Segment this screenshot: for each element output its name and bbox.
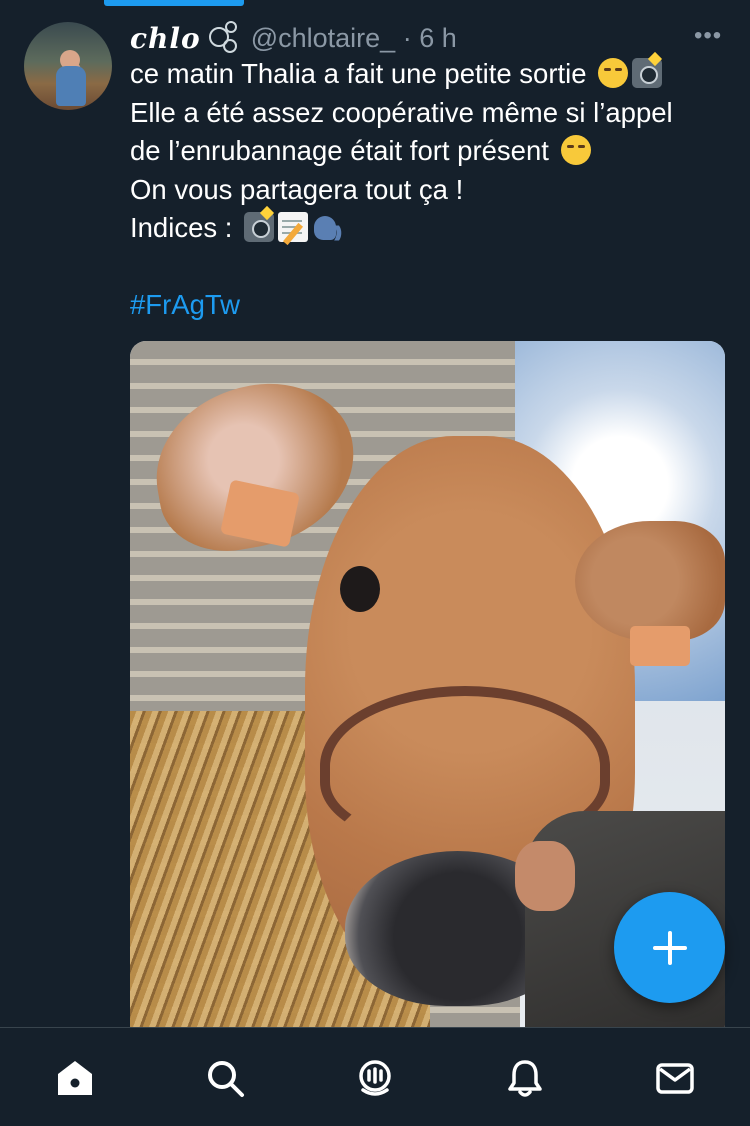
avatar[interactable] [24, 22, 112, 110]
spaces-icon [359, 1060, 391, 1096]
compose-tweet-button[interactable] [614, 892, 725, 1003]
tweet-line-3-text: de l’enrubannage était fort présent [130, 135, 549, 166]
tweet-time: · 6 h [395, 22, 457, 53]
home-icon [58, 1061, 92, 1095]
tweet-text: ce matin Thalia a fait une petite sortie… [130, 55, 730, 325]
tweet-line-5: Indices : [130, 209, 730, 253]
tweet-line-4-text: On vous partagera tout ça ! [130, 173, 464, 205]
user-handle[interactable]: @chlotaire_ [251, 23, 395, 53]
tweet-line-2-text: Elle a été assez coopérative même si l’a… [130, 96, 673, 128]
tweet-line-5-text: Indices : [130, 212, 233, 243]
search-icon [208, 1061, 244, 1097]
top-scroll-indicator [104, 0, 244, 6]
yum-emoji [560, 135, 591, 165]
more-icon[interactable]: ••• [694, 22, 722, 50]
display-name[interactable]: chlo [130, 22, 201, 55]
avatar-figure [56, 66, 86, 106]
tweet-line-4: On vous partagera tout ça ! [130, 171, 730, 210]
cow-ear-right [575, 521, 725, 641]
envelope-icon [656, 1063, 694, 1094]
ear-tag-right [630, 626, 690, 666]
camera-flash-emoji [632, 58, 663, 88]
memo-emoji [278, 212, 309, 242]
bubbles-icon [208, 21, 243, 55]
tweet-header: chlo @chlotaire_ · 6 h [130, 18, 457, 58]
tweet-line-1: ce matin Thalia a fait une petite sortie [130, 55, 730, 94]
tab-messages[interactable] [645, 1054, 705, 1102]
tweet-line-1-text: ce matin Thalia a fait une petite sortie [130, 58, 587, 89]
camera-flash-emoji [244, 212, 275, 242]
tab-spaces[interactable] [345, 1054, 405, 1102]
person-hand [515, 841, 575, 911]
tab-search[interactable] [195, 1054, 255, 1102]
smirk-emoji [598, 58, 629, 88]
plus-icon [652, 930, 687, 965]
tab-home[interactable] [45, 1054, 105, 1102]
tab-notifications[interactable] [495, 1054, 555, 1102]
hashtag-line: #FrAgTw [130, 286, 730, 325]
bell-icon [508, 1060, 542, 1097]
hashtag-link[interactable]: #FrAgTw [130, 289, 240, 320]
cow-eye [340, 566, 380, 612]
tweet-line-2: Elle a été assez coopérative même si l’a… [130, 94, 730, 133]
bottom-tab-bar [0, 1027, 750, 1126]
speaking-head-emoji [312, 212, 346, 253]
tweet-line-3: de l’enrubannage était fort présent [130, 132, 730, 171]
